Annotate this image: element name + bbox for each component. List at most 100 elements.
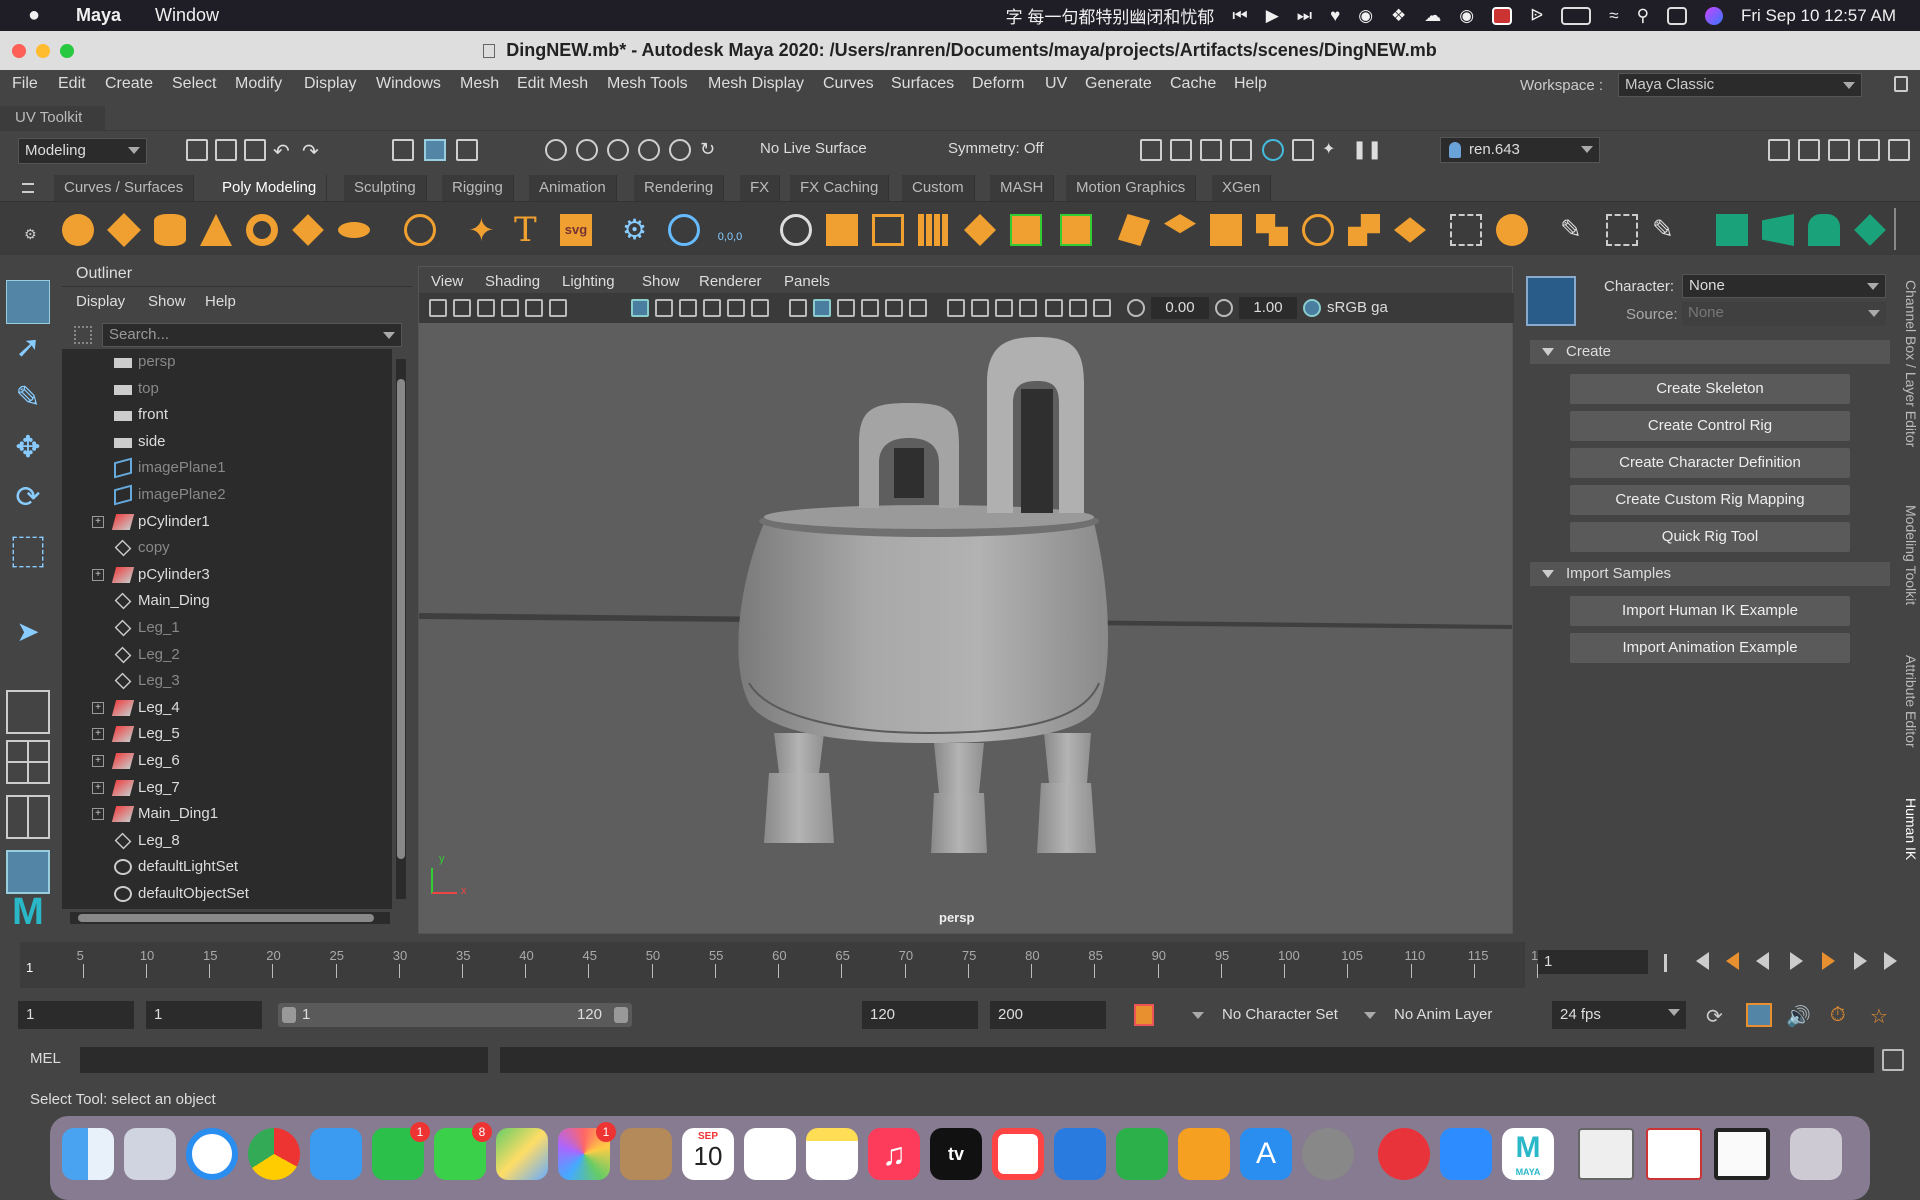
mash-time-icon[interactable]: [668, 214, 700, 246]
select-hierarchy-icon[interactable]: [392, 139, 414, 161]
outliner-item[interactable]: top: [62, 376, 392, 402]
create-custom-rig-mapping-button[interactable]: Create Custom Rig Mapping: [1570, 485, 1850, 515]
use-all-lights-icon[interactable]: [885, 299, 903, 317]
news-icon[interactable]: [992, 1128, 1044, 1180]
bevel-icon[interactable]: [1210, 214, 1242, 246]
bookmarks-icon[interactable]: [477, 299, 495, 317]
live-surface-field[interactable]: No Live Surface: [760, 140, 867, 157]
viewport-menu-renderer[interactable]: Renderer: [699, 273, 762, 290]
outliner-vertical-scrollbar[interactable]: [396, 359, 406, 899]
color-management-icon[interactable]: [1303, 299, 1321, 317]
play-forwards-icon[interactable]: [1790, 952, 1803, 970]
target-weld-icon[interactable]: [1450, 214, 1482, 246]
anim-layer-dropdown-icon[interactable]: [1364, 1012, 1376, 1019]
snap-view-plane-icon[interactable]: [638, 139, 660, 161]
minimized-window-3[interactable]: [1714, 1128, 1770, 1180]
wifi-icon[interactable]: ≈: [1609, 6, 1618, 26]
depth-of-field-icon[interactable]: [995, 299, 1013, 317]
character-set-dropdown-icon[interactable]: [1192, 1012, 1204, 1019]
circularize-icon[interactable]: [1302, 214, 1334, 246]
viewport-menu-view[interactable]: View: [431, 273, 463, 290]
control-center-icon[interactable]: [1667, 6, 1688, 25]
outliner-item[interactable]: Leg_8: [62, 828, 392, 854]
snap-point-icon[interactable]: [607, 139, 629, 161]
outliner-item[interactable]: + Main_Ding1: [62, 801, 392, 827]
app-menu-maya[interactable]: Maya: [76, 5, 121, 26]
exposure-field[interactable]: 0.00: [1151, 297, 1209, 319]
outliner-item[interactable]: + Leg_7: [62, 775, 392, 801]
cylindrical-uv-icon[interactable]: [1808, 214, 1840, 246]
quad-draw-icon[interactable]: [1496, 214, 1528, 246]
music-icon[interactable]: ♫: [868, 1128, 920, 1180]
apple-menu-icon[interactable]: ●: [28, 4, 58, 27]
photos-icon[interactable]: 1: [558, 1122, 616, 1180]
svg-tool-icon[interactable]: svg: [560, 214, 592, 246]
render-view-icon[interactable]: [1140, 139, 1162, 161]
viewport-menu-lighting[interactable]: Lighting: [562, 273, 615, 290]
shadows-icon[interactable]: [909, 299, 927, 317]
character-set-field[interactable]: No Character Set: [1222, 1006, 1338, 1023]
sculpt-brush-icon[interactable]: ✎: [1560, 214, 1592, 246]
multi-cut-icon[interactable]: [1394, 217, 1426, 243]
tab-rendering[interactable]: Rendering: [634, 175, 725, 201]
tab-motion-graphics[interactable]: Motion Graphics: [1066, 175, 1197, 201]
clock-text[interactable]: Fri Sep 10 12:57 AM: [1741, 6, 1896, 26]
xray-components-icon[interactable]: [1093, 299, 1111, 317]
outliner-item[interactable]: defaultLightSet: [62, 854, 392, 880]
anim-layer-field[interactable]: No Anim Layer: [1394, 1006, 1492, 1023]
zoom-window-button[interactable]: [60, 44, 74, 58]
outliner-item[interactable]: Leg_2: [62, 642, 392, 668]
tab-curves-surfaces[interactable]: Curves / Surfaces: [54, 175, 195, 201]
safe-action-icon[interactable]: [751, 299, 769, 317]
step-forward-key-icon[interactable]: [1854, 952, 1867, 970]
spotlight-search-icon[interactable]: ⚲: [1637, 6, 1649, 26]
battery-icon[interactable]: [1561, 6, 1592, 25]
snap-live-icon[interactable]: [669, 139, 691, 161]
super-shape-icon[interactable]: ✦: [468, 214, 500, 246]
notes-icon[interactable]: [806, 1128, 858, 1180]
render-current-icon[interactable]: [1170, 139, 1192, 161]
outliner-item[interactable]: Leg_1: [62, 615, 392, 641]
rotate-tool-icon[interactable]: ⟳: [6, 480, 50, 524]
menu-uv[interactable]: UV: [1045, 75, 1067, 93]
outliner-horizontal-scrollbar[interactable]: [70, 912, 390, 924]
gamma-field[interactable]: 1.00: [1239, 297, 1297, 319]
cache-playback-icon[interactable]: [1746, 1003, 1772, 1027]
side-tab-human-ik[interactable]: Human IK: [1899, 798, 1919, 860]
playback-end-field[interactable]: 120: [862, 1001, 978, 1029]
save-scene-icon[interactable]: [244, 139, 266, 161]
anim-prefs-icon[interactable]: ⏱: [1830, 1004, 1846, 1027]
create-character-definition-button[interactable]: Create Character Definition: [1570, 448, 1850, 478]
new-scene-icon[interactable]: [186, 139, 208, 161]
type-tool-icon[interactable]: T: [514, 213, 546, 247]
siri-icon[interactable]: [1705, 6, 1724, 25]
film-gate-icon[interactable]: [655, 299, 673, 317]
script-editor-icon[interactable]: [1882, 1049, 1904, 1071]
outliner-item[interactable]: + pCylinder3: [62, 562, 392, 588]
field-chart-icon[interactable]: [727, 299, 745, 317]
grid-toggle-icon[interactable]: [631, 299, 649, 317]
viewport-scene[interactable]: y x persp: [419, 323, 1512, 933]
outliner-menu-display[interactable]: Display: [76, 293, 125, 310]
safari-icon[interactable]: [186, 1128, 238, 1180]
poly-cone-icon[interactable]: [200, 214, 232, 246]
loop-icon[interactable]: ⟳: [1706, 1004, 1723, 1029]
tab-rigging[interactable]: Rigging: [442, 175, 514, 201]
light-editor-icon[interactable]: ✦: [1322, 139, 1344, 161]
tab-poly-modeling[interactable]: Poly Modeling: [212, 175, 328, 201]
poly-disc-icon[interactable]: [338, 222, 370, 238]
create-section-header[interactable]: Create: [1530, 340, 1890, 364]
grease-pencil-icon[interactable]: [525, 299, 543, 317]
modeling-toolkit-icon[interactable]: [1768, 139, 1790, 161]
outliner-item[interactable]: + Leg_4: [62, 695, 392, 721]
menu-select[interactable]: Select: [172, 75, 216, 93]
maps-icon[interactable]: [496, 1128, 548, 1180]
tab-fx-caching[interactable]: FX Caching: [790, 175, 890, 201]
move-tool-icon[interactable]: ✥: [6, 430, 50, 474]
command-language-toggle[interactable]: MEL: [30, 1050, 61, 1067]
lasso-tool-icon[interactable]: ➚: [6, 330, 50, 374]
play-icon[interactable]: ▶: [1266, 6, 1279, 26]
symmetry-field[interactable]: Symmetry: Off: [948, 140, 1044, 157]
import-human-ik-example-button[interactable]: Import Human IK Example: [1570, 596, 1850, 626]
close-window-button[interactable]: [12, 44, 26, 58]
